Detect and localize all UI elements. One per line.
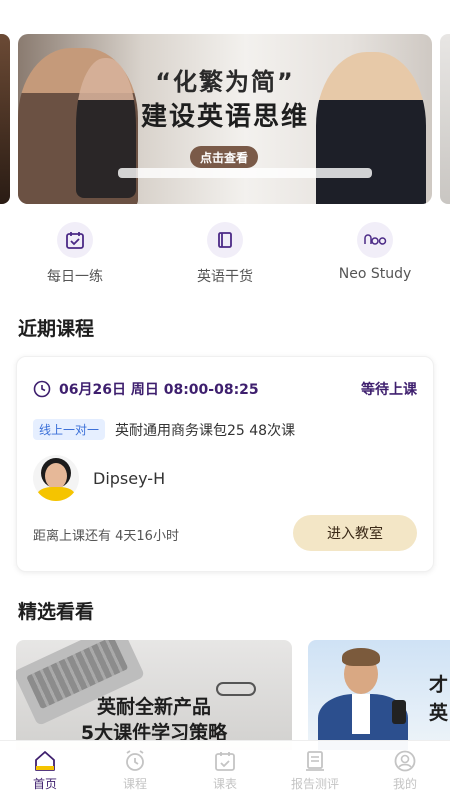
- featured-card[interactable]: 才 英: [308, 640, 450, 750]
- tab-label: 首页: [32, 777, 57, 791]
- tab-label: 我的: [392, 777, 417, 791]
- quick-entry-label: 每日一练: [47, 269, 103, 285]
- banner-subtitle: 建设英语思维: [140, 102, 309, 132]
- neo-logo-icon: [357, 222, 393, 258]
- featured-card-title: 英: [428, 702, 448, 724]
- banner-view-button[interactable]: 点击查看: [190, 146, 258, 168]
- tab-home[interactable]: 首页: [0, 741, 90, 800]
- teacher-name: Dipsey-H: [93, 468, 166, 488]
- banner-carousel[interactable]: “化繁为简” 建设英语思维 点击查看: [0, 34, 450, 204]
- phone-image: [392, 700, 406, 724]
- tab-label: 课程: [122, 777, 147, 791]
- quick-entry-label: 英语干货: [197, 269, 253, 285]
- featured-card-title: 英耐全新产品: [96, 696, 211, 718]
- class-countdown: 距离上课还有 4天16小时: [33, 529, 179, 544]
- banner-prev-peek[interactable]: [0, 34, 10, 204]
- banner-title: “化繁为简”: [155, 68, 295, 96]
- tab-schedule[interactable]: 课表: [180, 741, 270, 800]
- course-name: 英耐通用商务课包25 48次课: [115, 422, 296, 439]
- home-icon: [35, 751, 55, 771]
- banner-table-decoration: [118, 168, 372, 178]
- teacher-info: Dipsey-H: [33, 455, 165, 501]
- quick-entry-daily-practice[interactable]: 每日一练: [0, 222, 150, 292]
- course-status: 等待上课: [361, 382, 417, 398]
- clock-icon: [33, 380, 51, 398]
- bottom-tab-bar: 首页 课程 课表 报告测评 我的: [0, 740, 450, 800]
- featured-card-title: 才: [428, 674, 448, 696]
- user-icon: [394, 750, 416, 772]
- quick-entry-bar: 每日一练 英语干货 Neo Study: [0, 222, 450, 292]
- tab-courses[interactable]: 课程: [90, 741, 180, 800]
- course-type-tag: 线上一对一: [33, 419, 106, 440]
- tab-profile[interactable]: 我的: [360, 741, 450, 800]
- banner-slide[interactable]: “化繁为简” 建设英语思维 点击查看: [18, 34, 432, 204]
- course-time: 06月26日 周日 08:00-08:25: [59, 382, 259, 398]
- tab-label: 课表: [212, 777, 237, 791]
- calendar-icon: [215, 752, 235, 771]
- banner-next-peek[interactable]: [440, 34, 450, 204]
- book-icon: [207, 222, 243, 258]
- quick-entry-neo-study[interactable]: Neo Study: [300, 222, 450, 292]
- quick-entry-english-tips[interactable]: 英语干货: [150, 222, 300, 292]
- tab-label: 报告测评: [290, 777, 339, 791]
- avatar: [33, 455, 79, 501]
- course-card[interactable]: 06月26日 周日 08:00-08:25 等待上课 线上一对一 英耐通用商务课…: [16, 356, 434, 572]
- section-title-featured: 精选看看: [18, 601, 95, 623]
- tab-report[interactable]: 报告测评: [270, 741, 360, 800]
- featured-card[interactable]: 英耐全新产品 5大课件学习策略: [16, 640, 292, 750]
- section-title-recent: 近期课程: [18, 318, 95, 340]
- enter-classroom-button[interactable]: 进入教室: [293, 515, 417, 551]
- calendar-check-icon: [57, 222, 93, 258]
- alarm-clock-icon: [126, 750, 144, 771]
- quick-entry-label: Neo Study: [338, 266, 412, 282]
- report-icon: [306, 751, 324, 771]
